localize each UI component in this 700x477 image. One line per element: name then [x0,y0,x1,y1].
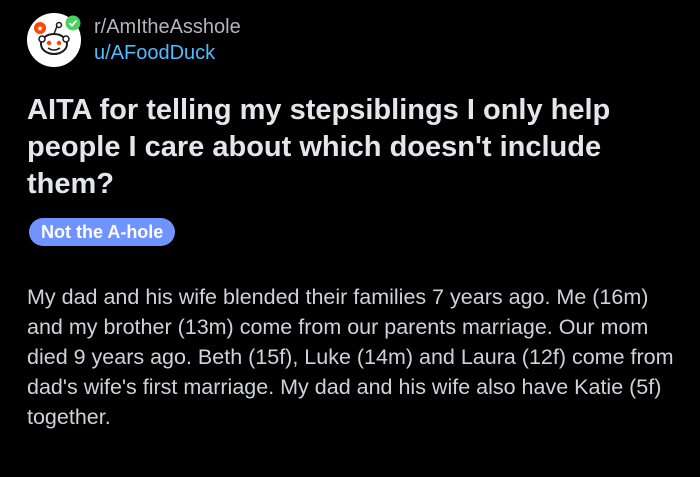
svg-text:★: ★ [36,24,43,33]
verified-badge-icon [65,15,81,31]
post-meta: r/AmItheAsshole u/AFoodDuck [94,14,241,66]
post-title[interactable]: AITA for telling my stepsiblings I only … [27,92,677,203]
post-flair-badge[interactable]: Not the A-hole [29,218,176,246]
author-username[interactable]: u/AFoodDuck [94,40,241,66]
subreddit-name[interactable]: r/AmItheAsshole [94,14,241,40]
post-body-text: My dad and his wife blended their famili… [27,285,674,429]
post-header: ★ r/AmItheAsshole u/AFoodDuck [27,13,241,67]
subreddit-avatar[interactable]: ★ [27,13,81,67]
